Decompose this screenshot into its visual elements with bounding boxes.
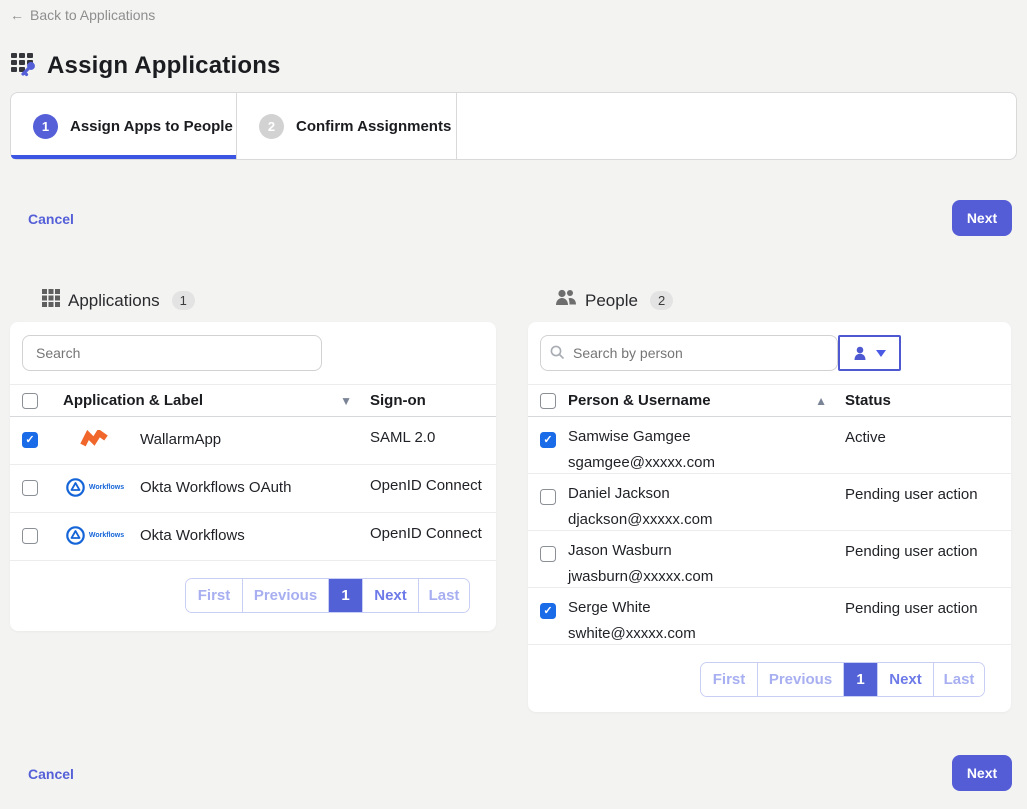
pagination-previous-button[interactable]: Previous (243, 579, 329, 612)
tab-confirm-assignments[interactable]: 2 Confirm Assignments (237, 93, 457, 159)
applications-search-row (10, 322, 496, 384)
people-section-header: People 2 (555, 289, 673, 312)
application-row-checkbox[interactable] (22, 528, 38, 544)
pagination-first-button[interactable]: First (186, 579, 243, 612)
applications-table-header: Application & Label ▼ Sign-on (10, 384, 496, 417)
people-table-header: Person & Username ▲ Status (528, 384, 1011, 417)
okta-workflows-logo-icon: Workflows (50, 513, 140, 545)
person-status: Active (845, 417, 1011, 473)
people-count-badge: 2 (650, 291, 673, 310)
wizard-tabbar: 1 Assign Apps to People 2 Confirm Assign… (10, 92, 1017, 160)
application-signon: OpenID Connect (370, 465, 496, 494)
person-name: Serge White (568, 599, 696, 616)
person-username: jwasburn@xxxxx.com (568, 568, 713, 585)
wallarm-logo-icon (50, 417, 140, 450)
pagination-page-1-button[interactable]: 1 (844, 663, 878, 696)
person-name: Samwise Gamgee (568, 428, 715, 445)
chevron-down-icon (876, 350, 886, 357)
pagination-next-button[interactable]: Next (363, 579, 419, 612)
application-name: Okta Workflows (140, 513, 245, 544)
person-row-checkbox[interactable] (540, 489, 556, 505)
table-row-person[interactable]: Samwise Gamgee sgamgee@xxxxx.com Active (528, 417, 1011, 474)
person-name: Daniel Jackson (568, 485, 712, 502)
table-row-person[interactable]: Daniel Jackson djackson@xxxxx.com Pendin… (528, 474, 1011, 531)
tab-1-label: Assign Apps to People (70, 118, 233, 135)
cancel-link-top[interactable]: Cancel (28, 211, 74, 227)
application-signon: OpenID Connect (370, 513, 496, 542)
application-row-checkbox[interactable] (22, 480, 38, 496)
applications-pagination: First Previous 1 Next Last (10, 561, 496, 613)
people-search-input[interactable] (540, 335, 838, 371)
workflows-logo-text: Workflows (89, 484, 124, 491)
application-row-checkbox[interactable] (22, 432, 38, 448)
applications-section-header: Applications 1 (42, 289, 195, 312)
table-row-application[interactable]: WallarmApp SAML 2.0 (10, 417, 496, 465)
back-arrow-icon: ← (10, 7, 24, 23)
page-title-row: Assign Applications (10, 49, 281, 82)
table-row-application[interactable]: Workflows Okta Workflows OpenID Connect (10, 513, 496, 561)
people-icon (555, 289, 577, 312)
tab-2-label: Confirm Assignments (296, 118, 451, 135)
assign-applications-icon (10, 49, 38, 82)
applications-count-badge: 1 (172, 291, 195, 310)
people-select-all-checkbox[interactable] (540, 393, 556, 409)
search-icon (550, 345, 565, 360)
tab-assign-apps-to-people[interactable]: 1 Assign Apps to People (11, 93, 237, 159)
table-row-person[interactable]: Jason Wasburn jwasburn@xxxxx.com Pending… (528, 531, 1011, 588)
person-row-checkbox[interactable] (540, 603, 556, 619)
page-title: Assign Applications (47, 52, 281, 80)
person-name: Jason Wasburn (568, 542, 713, 559)
application-name: Okta Workflows OAuth (140, 465, 291, 496)
applications-column-signon: Sign-on (370, 392, 496, 409)
person-status: Pending user action (845, 474, 1011, 530)
application-signon: SAML 2.0 (370, 417, 496, 446)
people-section-title: People (585, 291, 638, 311)
person-status: Pending user action (845, 588, 1011, 644)
table-row-person[interactable]: Serge White swhite@xxxxx.com Pending use… (528, 588, 1011, 645)
pagination-page-1-button[interactable]: 1 (329, 579, 363, 612)
tab-2-number: 2 (259, 114, 284, 139)
people-column-person[interactable]: Person & Username (568, 392, 711, 409)
application-name: WallarmApp (140, 417, 221, 448)
person-row-checkbox[interactable] (540, 546, 556, 562)
applications-grid-icon (42, 289, 60, 312)
person-row-checkbox[interactable] (540, 432, 556, 448)
people-search-row (528, 322, 1011, 384)
people-pagination: First Previous 1 Next Last (528, 645, 1011, 697)
pagination-last-button[interactable]: Last (934, 663, 984, 696)
cancel-link-bottom[interactable]: Cancel (28, 766, 74, 782)
applications-section-title: Applications (68, 291, 160, 311)
applications-panel: Application & Label ▼ Sign-on WallarmApp… (10, 322, 496, 631)
person-status: Pending user action (845, 531, 1011, 587)
tab-1-number: 1 (33, 114, 58, 139)
table-row-application[interactable]: Workflows Okta Workflows OAuth OpenID Co… (10, 465, 496, 513)
sort-arrow-icon[interactable]: ▲ (815, 394, 827, 408)
back-to-applications-link[interactable]: ← Back to Applications (10, 7, 155, 23)
workflows-logo-text: Workflows (89, 532, 124, 539)
person-username: swhite@xxxxx.com (568, 625, 696, 642)
sort-arrow-icon[interactable]: ▼ (340, 394, 352, 408)
people-panel: Person & Username ▲ Status Samwise Gamge… (528, 322, 1011, 712)
applications-select-all-checkbox[interactable] (22, 393, 38, 409)
pagination-first-button[interactable]: First (701, 663, 758, 696)
person-username: djackson@xxxxx.com (568, 511, 712, 528)
pagination-next-button[interactable]: Next (878, 663, 934, 696)
pagination-previous-button[interactable]: Previous (758, 663, 844, 696)
next-button-bottom[interactable]: Next (952, 755, 1012, 791)
okta-workflows-logo-icon: Workflows (50, 465, 140, 497)
applications-search-input[interactable] (22, 335, 322, 371)
pagination-last-button[interactable]: Last (419, 579, 469, 612)
back-link-label: Back to Applications (30, 7, 155, 23)
next-button-top[interactable]: Next (952, 200, 1012, 236)
person-username: sgamgee@xxxxx.com (568, 454, 715, 471)
applications-column-name[interactable]: Application & Label (63, 392, 203, 409)
people-filter-dropdown-button[interactable] (838, 335, 901, 371)
person-icon (853, 346, 867, 361)
people-column-status: Status (845, 392, 1011, 409)
